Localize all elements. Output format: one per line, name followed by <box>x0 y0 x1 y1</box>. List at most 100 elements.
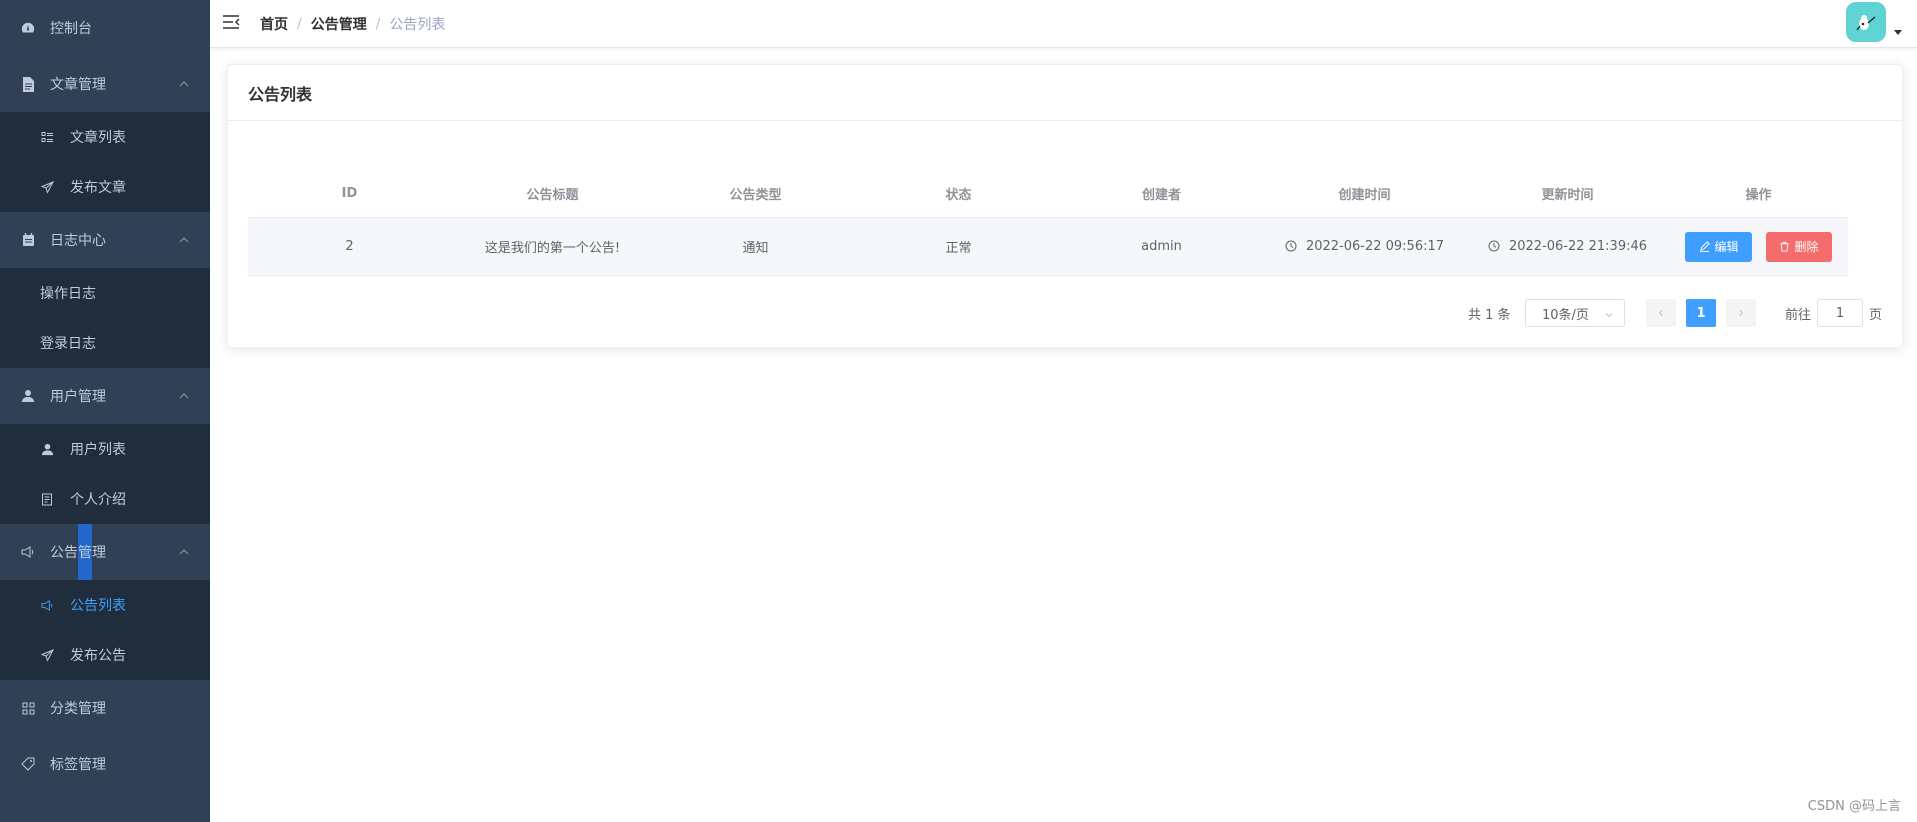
avatar-image-icon <box>1856 15 1876 31</box>
submenu-article: 文章列表 发布文章 <box>0 112 210 212</box>
sidebar-item-tags[interactable]: 标签管理 <box>0 736 210 792</box>
grid-icon <box>20 700 36 716</box>
sidebar-item-label: 个人介绍 <box>70 492 126 508</box>
hamburger-icon[interactable] <box>222 13 242 33</box>
cell-type: 通知 <box>742 241 769 256</box>
cell-creator: admin <box>1141 239 1182 254</box>
pagination: 共 1 条 10条/页 1 前往 页 <box>228 299 1902 327</box>
user-icon <box>20 388 36 404</box>
sidebar-group-log[interactable]: 日志中心 <box>0 212 210 268</box>
sidebar-item-notice-publish[interactable]: 发布公告 <box>0 630 210 680</box>
chevron-up-icon <box>178 78 190 90</box>
chevron-left-icon <box>1658 309 1663 317</box>
sidebar-item-article-list[interactable]: 文章列表 <box>0 112 210 162</box>
column-header: ID <box>341 186 358 201</box>
updated-at-text: 2022-06-22 21:39:46 <box>1508 239 1648 254</box>
submenu-notice: 公告列表 发布公告 <box>0 580 210 680</box>
sidebar-item-dashboard[interactable]: 控制台 <box>0 0 210 56</box>
cell-id: 2 <box>345 239 354 254</box>
sidebar-item-label: 公告管理 <box>50 545 106 561</box>
tag-icon <box>20 756 36 772</box>
breadcrumb-notice-management[interactable]: 公告管理 <box>311 14 367 34</box>
notice-table: ID 公告标题 公告类型 状态 创建者 创建时间 更新时间 操作 2 这是我们的… <box>248 170 1848 276</box>
document-icon <box>20 76 36 92</box>
avatar[interactable] <box>1846 2 1886 42</box>
user-icon <box>40 442 54 456</box>
list-icon <box>40 130 54 144</box>
page-size-value: 10条/页 <box>1542 307 1589 323</box>
sidebar-item-label: 文章列表 <box>70 130 126 146</box>
column-header: 公告标题 <box>526 188 579 203</box>
notebook-icon <box>40 492 54 506</box>
column-header: 创建者 <box>1141 188 1181 203</box>
clock-icon <box>1488 240 1501 253</box>
breadcrumb-current: 公告列表 <box>389 17 446 33</box>
page-number-button[interactable]: 1 <box>1686 299 1716 327</box>
page-size-select[interactable]: 10条/页 <box>1525 299 1625 327</box>
chevron-down-icon <box>1604 309 1614 319</box>
breadcrumb-home[interactable]: 首页 <box>260 14 288 34</box>
sidebar-item-label: 日志中心 <box>50 233 106 249</box>
goto-page-input[interactable] <box>1817 299 1864 327</box>
pagination-total: 共 1 条 <box>1468 307 1511 323</box>
created-at-text: 2022-06-22 09:56:17 <box>1305 239 1445 254</box>
edit-button[interactable]: 编辑 <box>1685 231 1752 262</box>
trash-icon <box>1779 241 1791 253</box>
sidebar-item-label: 标签管理 <box>50 757 106 773</box>
sidebar-group-article[interactable]: 文章管理 <box>0 56 210 112</box>
sidebar-item-notice-list[interactable]: 公告列表 <box>0 580 210 630</box>
sidebar-item-log-login[interactable]: 登录日志 <box>0 318 210 368</box>
column-header: 状态 <box>945 188 972 203</box>
breadcrumb-separator: / <box>297 16 302 32</box>
submenu-user: 用户列表 个人介绍 <box>0 424 210 524</box>
prev-page-button[interactable] <box>1646 299 1676 327</box>
delete-button[interactable]: 删除 <box>1765 231 1832 262</box>
sidebar-item-log-operation[interactable]: 操作日志 <box>0 268 210 318</box>
chevron-up-icon <box>178 546 190 558</box>
chevron-up-icon <box>178 234 190 246</box>
cell-updated-at: 2022-06-22 21:39:46 <box>1466 218 1669 275</box>
card-title: 公告列表 <box>228 65 1902 121</box>
top-navbar: 首页 / 公告管理 / 公告列表 <box>210 0 1917 48</box>
column-header: 公告类型 <box>729 188 782 203</box>
caret-down-icon[interactable] <box>1894 30 1902 35</box>
next-page-button[interactable] <box>1726 299 1756 327</box>
sidebar-item-user-profile[interactable]: 个人介绍 <box>0 474 210 524</box>
chevron-right-icon <box>1739 309 1744 317</box>
speaker-icon <box>20 544 36 560</box>
table-row: 2 这是我们的第一个公告! 通知 正常 admin 2022-06-22 09:… <box>248 218 1848 276</box>
column-header: 更新时间 <box>1541 188 1594 203</box>
sidebar-item-category[interactable]: 分类管理 <box>0 680 210 736</box>
sidebar-item-label: 公告列表 <box>70 598 126 614</box>
cell-status: 正常 <box>945 241 972 256</box>
clock-icon <box>1285 240 1298 253</box>
speaker-icon <box>40 598 54 612</box>
send-icon <box>40 648 54 662</box>
sidebar-item-label: 用户列表 <box>70 442 126 458</box>
sidebar-item-user-list[interactable]: 用户列表 <box>0 424 210 474</box>
send-icon <box>40 180 54 194</box>
sidebar-group-user[interactable]: 用户管理 <box>0 368 210 424</box>
breadcrumb-separator: / <box>375 16 381 32</box>
sidebar-item-article-publish[interactable]: 发布文章 <box>0 162 210 212</box>
cell-actions: 编辑 删除 <box>1669 218 1848 275</box>
column-header: 操作 <box>1745 188 1772 203</box>
notice-list-card: 公告列表 ID 公告标题 公告类型 状态 创建者 创建时间 更新时间 操作 2 … <box>227 64 1903 348</box>
table-header: ID 公告标题 公告类型 状态 创建者 创建时间 更新时间 操作 <box>248 170 1848 218</box>
sidebar-group-notice[interactable]: 公告管理 <box>0 524 210 580</box>
sidebar-item-label: 控制台 <box>50 21 92 37</box>
sidebar-item-label: 用户管理 <box>50 389 106 405</box>
delete-button-label: 删除 <box>1794 240 1819 254</box>
cell-created-at: 2022-06-22 09:56:17 <box>1263 218 1466 275</box>
page-suffix: 页 <box>1869 307 1883 323</box>
sidebar-item-label: 操作日志 <box>40 286 96 302</box>
sidebar-item-label: 发布文章 <box>70 180 126 196</box>
sidebar-item-label: 登录日志 <box>40 336 96 352</box>
column-header: 创建时间 <box>1338 188 1391 203</box>
sidebar-item-label: 文章管理 <box>50 77 106 93</box>
log-icon <box>20 232 36 248</box>
sidebar-item-label: 发布公告 <box>70 648 126 664</box>
page-jumper: 前往 页 <box>1785 299 1882 327</box>
watermark: CSDN @码上言 <box>1807 799 1901 814</box>
breadcrumb: 首页 / 公告管理 / 公告列表 <box>260 0 445 48</box>
